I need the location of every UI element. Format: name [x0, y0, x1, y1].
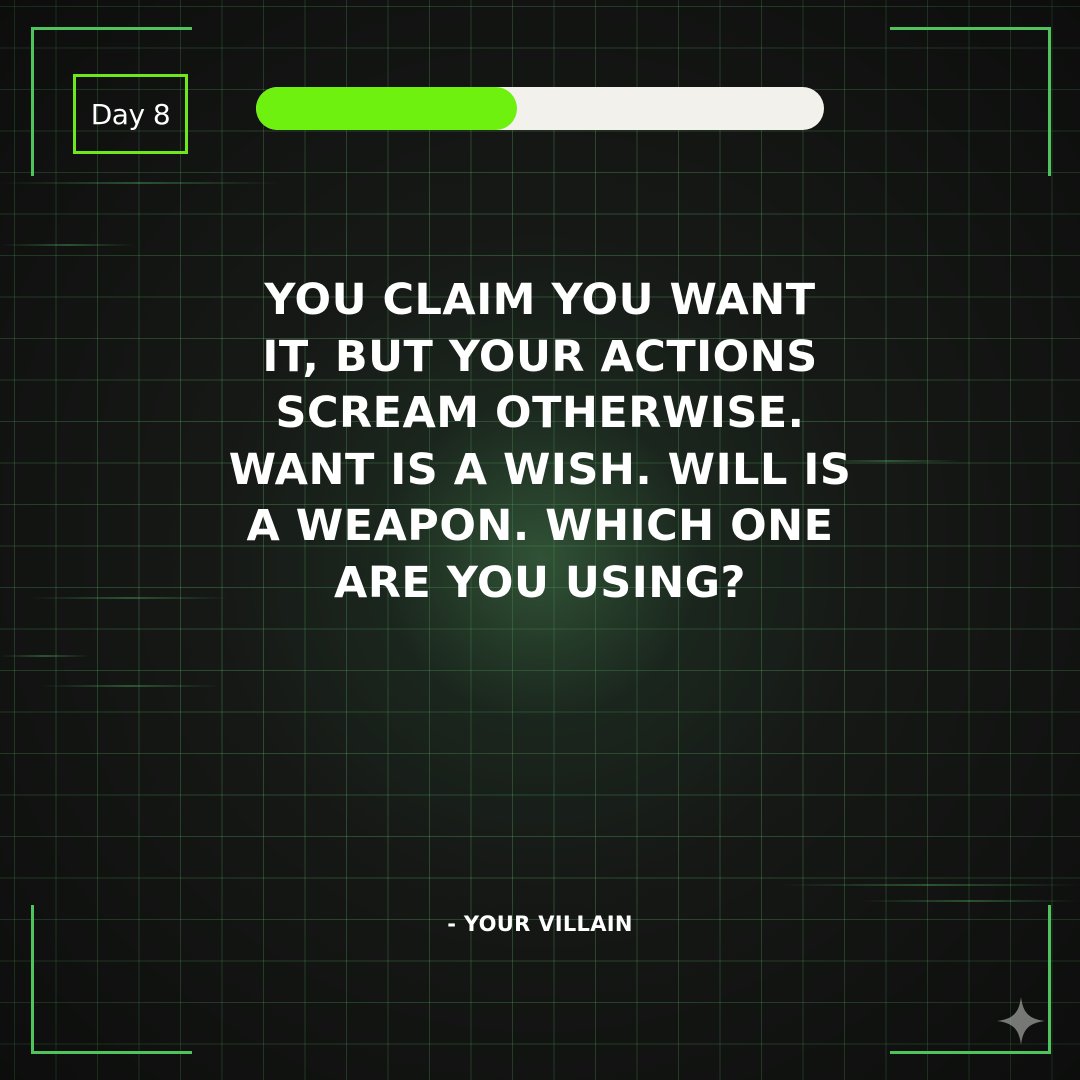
light-streak — [40, 685, 220, 687]
progress-bar — [256, 87, 824, 130]
quote-attribution: - YOUR VILLAIN — [447, 912, 633, 936]
quote-line: IT, BUT YOUR ACTIONS — [262, 331, 818, 382]
quote-line: YOU CLAIM YOU WANT — [264, 275, 816, 325]
light-streak — [0, 244, 135, 246]
day-badge: Day 8 — [73, 74, 188, 154]
quote-text: YOU CLAIM YOU WANT IT, BUT YOUR ACTIONS … — [150, 272, 930, 611]
frame-corner-top-right — [890, 27, 1051, 176]
quote-line: A WEAPON. WHICH ONE — [246, 501, 834, 551]
quote-line: ARE YOU USING? — [334, 557, 746, 608]
quote-line: WANT IS A WISH. WILL IS — [228, 444, 852, 495]
sparkle-icon — [997, 997, 1045, 1045]
light-streak — [860, 900, 1080, 902]
day-badge-label: Day 8 — [90, 97, 171, 131]
light-streak — [780, 884, 1080, 886]
light-streak — [0, 182, 280, 184]
light-streak — [0, 655, 90, 657]
quote-line: SCREAM OTHERWISE. — [275, 388, 805, 438]
progress-bar-fill — [256, 87, 518, 130]
